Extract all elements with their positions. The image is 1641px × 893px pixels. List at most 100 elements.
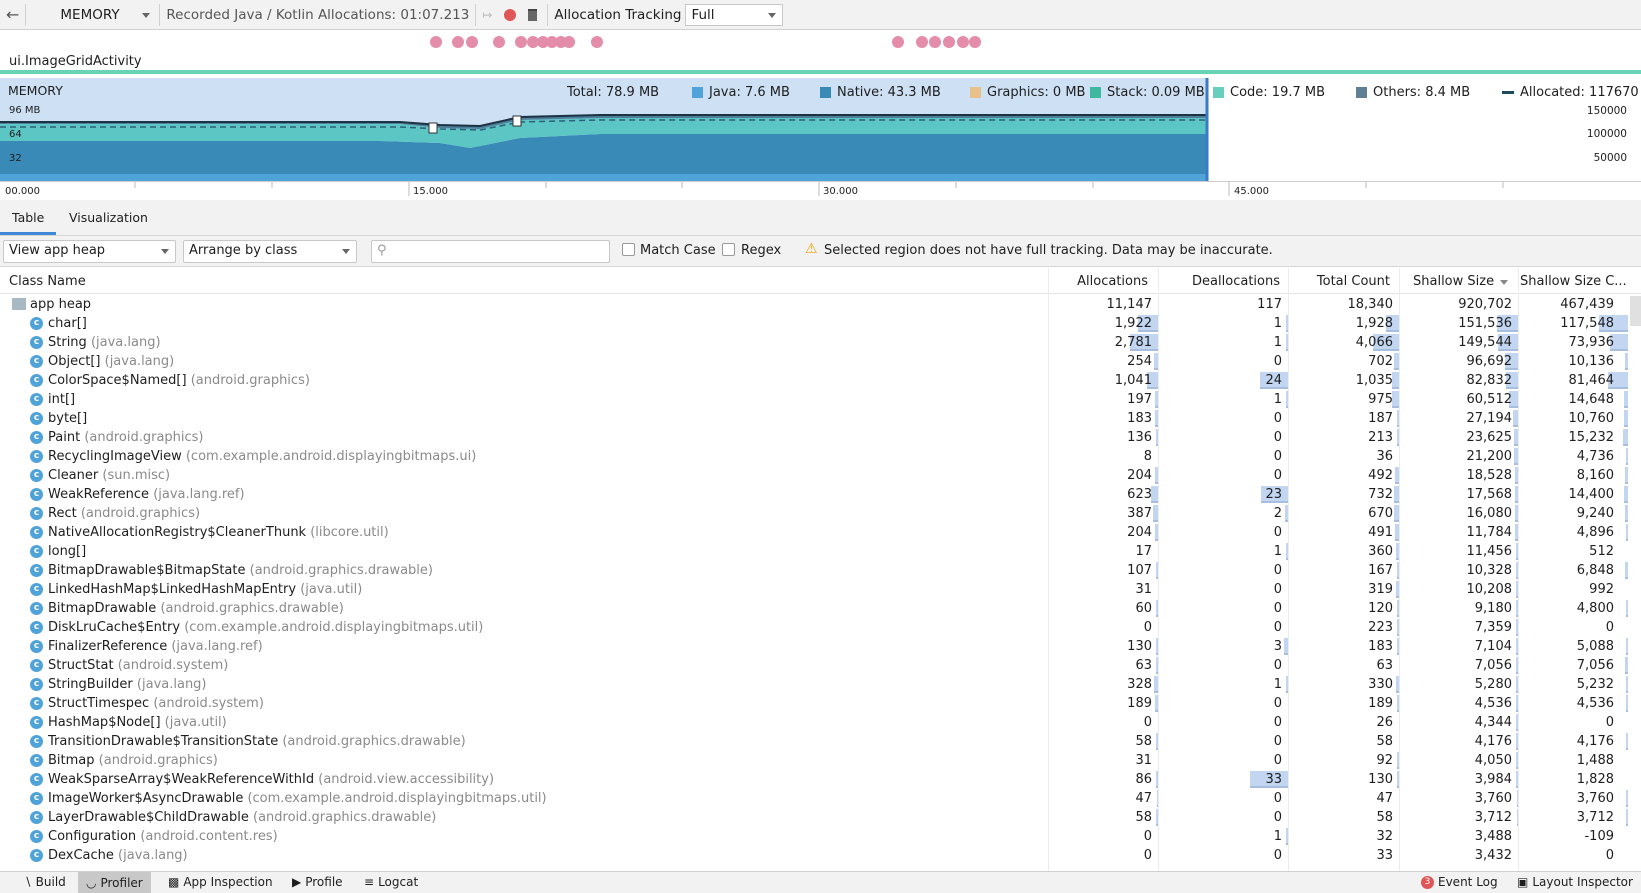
cell: -109 [1584,829,1614,844]
build-tool-button[interactable]: ∖ Build [24,875,66,889]
event-marker[interactable] [515,36,527,48]
memory-chart[interactable]: MEMORY 96 MB 64 32 Total: 78.9 MB Java: … [0,78,1641,198]
cell: 2,781 [1048,333,1158,352]
cell: 732 [1288,485,1399,504]
cell: 60 [1048,599,1158,618]
table-row[interactable]: c int[] 197 1 975 60,512 14,648 [0,390,1628,409]
event-marker[interactable] [929,36,941,48]
regex-checkbox[interactable] [722,243,735,256]
package-name: (java.lang) [90,335,161,350]
table-row[interactable]: c DiskLruCache$Entry (com.example.android… [0,618,1628,637]
search-input[interactable]: ⚲ [371,240,610,263]
fit-range-icon[interactable]: ↦ [482,8,492,22]
tab-table[interactable]: Table [12,210,44,225]
cell: 0 [1143,620,1152,635]
package-name: (libcore.util) [310,525,389,540]
table-row[interactable]: c ImageWorker$AsyncDrawable (com.example.… [0,789,1628,808]
class-icon: c [30,469,43,482]
event-marker[interactable] [430,36,442,48]
table-row[interactable]: c LinkedHashMap$LinkedHashMapEntry (java.… [0,580,1628,599]
allocation-tracking-select[interactable]: Full [685,3,784,26]
table-row[interactable]: c Rect (android.graphics) 387 2 670 16,080 9,2… [0,504,1628,523]
heap-select[interactable]: View app heap [3,240,176,263]
cell: 3,488 [1474,829,1512,844]
column-shallow-size[interactable]: Shallow Size [1413,274,1494,289]
cell: 27,194 [1399,409,1518,428]
table-row[interactable]: c BitmapDrawable$BitmapState (android.gra… [0,561,1628,580]
event-marker[interactable] [943,36,955,48]
cell: 63 [1048,656,1158,675]
event-marker[interactable] [466,36,478,48]
class-name: DexCache [48,848,114,863]
column-allocations[interactable]: Allocations [1077,274,1148,289]
event-marker[interactable] [916,36,928,48]
table-row[interactable]: c String (java.lang) 2,781 1 4,066 149,544 73,… [0,333,1628,352]
cell: 183 [1288,637,1399,656]
table-row[interactable]: c Cleaner (sun.misc) 204 0 492 18,528 8,160 [0,466,1628,485]
cell: 0 [1273,582,1282,597]
cell: 702 [1288,352,1399,371]
vertical-scrollbar[interactable] [1630,296,1641,326]
cell: 7,056 [1518,656,1628,675]
table-row[interactable]: c TransitionDrawable$TransitionState (and… [0,732,1628,751]
table-row[interactable]: c DexCache (java.lang) 0 0 33 3,432 0 [0,846,1628,865]
table-row[interactable]: c ColorSpace$Named[] (android.graphics) 1,… [0,371,1628,390]
table-row[interactable]: c WeakReference (java.lang.ref) 623 23 732 17… [0,485,1628,504]
package-name: (sun.misc) [102,468,171,483]
table-row[interactable]: c StructStat (android.system) 63 0 63 7,056 7,… [0,656,1628,675]
event-marker[interactable] [957,36,969,48]
table-row[interactable]: c StructTimespec (android.system) 189 0 189 4… [0,694,1628,713]
event-marker[interactable] [591,36,603,48]
activity-bar [0,70,1641,74]
table-row[interactable]: c long[] 17 1 360 11,456 512 [0,542,1628,561]
table-row[interactable]: c NativeAllocationRegistry$CleanerThunk (… [0,523,1628,542]
cell: 117,548 [1518,314,1628,333]
profiler-select[interactable]: MEMORY [60,7,151,23]
column-total-count[interactable]: Total Count [1317,274,1390,289]
table-row[interactable]: c HashMap$Node[] (java.util) 0 0 26 4,344 0 [0,713,1628,732]
class-name: int[] [48,392,76,407]
match-case-checkbox[interactable] [622,243,635,256]
layout-inspector-tool-button[interactable]: ▣ Layout Inspector [1517,875,1633,889]
y-tick: 64 [9,129,22,140]
profile-tool-button[interactable]: ▶ Profile [292,875,343,889]
cell: 0 [1273,658,1282,673]
column-deallocations[interactable]: Deallocations [1192,274,1280,289]
cell: 4,536 [1399,694,1518,713]
event-marker[interactable] [563,36,575,48]
column-shallow-size-change[interactable]: Shallow Size C... [1520,274,1627,289]
table-row[interactable]: c StringBuilder (java.lang) 328 1 330 5,280 5,… [0,675,1628,694]
event-marker[interactable] [969,36,981,48]
event-marker[interactable] [493,36,505,48]
table-row[interactable]: c FinalizerReference (java.lang.ref) 130 3 1… [0,637,1628,656]
profiler-tool-button[interactable]: ◡ Profiler [78,872,151,893]
inspection-icon: ▩ [168,875,180,889]
package-name: (android.graphics) [84,430,204,445]
logcat-tool-button[interactable]: ≡ Logcat [364,875,418,889]
table-row[interactable]: c char[] 1,922 1 1,928 151,536 117,548 [0,314,1628,333]
table-row[interactable]: c Object[] (java.lang) 254 0 702 96,692 10,136 [0,352,1628,371]
cell: 1 [1158,390,1288,409]
event-marker[interactable] [892,36,904,48]
back-arrow-icon[interactable]: ← [6,5,19,24]
event-log-tool-button[interactable]: 3 Event Log [1421,875,1498,889]
record-icon[interactable] [504,8,517,21]
cell: 58 [1048,732,1158,751]
table-row[interactable]: c Bitmap (android.graphics) 31 0 92 4,050 1,48… [0,751,1628,770]
table-row-root[interactable]: app heap 11,147 117 18,340 920,702 467,439 [0,295,1628,314]
event-marker[interactable] [452,36,464,48]
table-row[interactable]: c Paint (android.graphics) 136 0 213 23,625 15… [0,428,1628,447]
tab-visualization[interactable]: Visualization [69,210,148,225]
table-row[interactable]: c byte[] 183 0 187 27,194 10,760 [0,409,1628,428]
cell: 36 [1376,449,1393,464]
trash-icon[interactable] [528,8,538,21]
table-row[interactable]: c BitmapDrawable (android.graphics.drawab… [0,599,1628,618]
arrange-select[interactable]: Arrange by class [183,240,357,263]
table-row[interactable]: c LayerDrawable$ChildDrawable (android.gr… [0,808,1628,827]
column-class-name[interactable]: Class Name [9,274,86,289]
table-row[interactable]: c Configuration (android.content.res) 0 1 32… [0,827,1628,846]
app-inspection-tool-button[interactable]: ▩ App Inspection [168,875,273,889]
cell: 18,528 [1399,466,1518,485]
table-row[interactable]: c WeakSparseArray$WeakReferenceWithId (an… [0,770,1628,789]
table-row[interactable]: c RecyclingImageView (com.example.android… [0,447,1628,466]
